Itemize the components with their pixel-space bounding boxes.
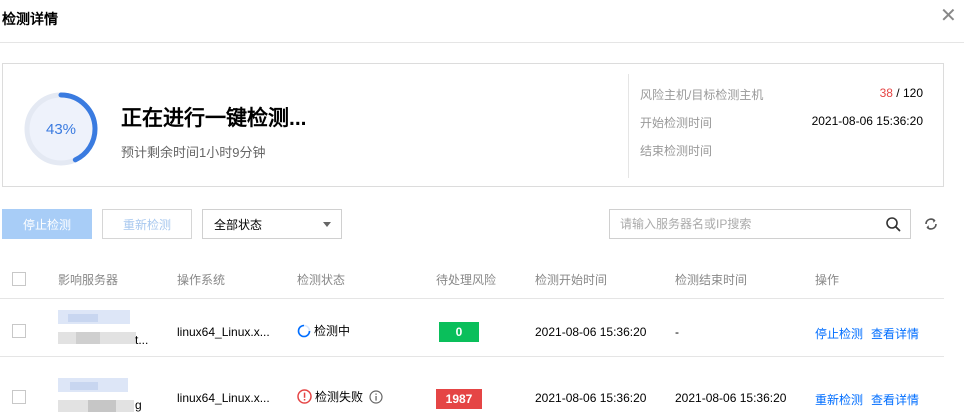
risk-separator: /: [892, 86, 903, 100]
select-all-checkbox[interactable]: [12, 272, 26, 286]
os-cell: linux64_Linux.x...: [177, 391, 270, 405]
end-time-cell: -: [675, 325, 679, 339]
col-header-start-time: 检测开始时间: [535, 273, 608, 287]
end-time-cell: 2021-08-06 15:36:20: [675, 391, 787, 405]
risk-badge: 1987: [436, 389, 482, 409]
retry-detection-button[interactable]: 重新检测: [102, 209, 192, 239]
col-header-risk: 待处理风险: [436, 273, 497, 287]
stop-detection-link[interactable]: 停止检测: [815, 325, 863, 342]
view-details-link[interactable]: 查看详情: [871, 391, 919, 408]
col-header-actions: 操作: [815, 273, 840, 287]
risk-count: 38: [879, 86, 893, 100]
server-name-suffix: t...: [135, 333, 149, 347]
table-header-divider: [0, 298, 944, 299]
info-icon[interactable]: [369, 389, 383, 404]
row-divider: [0, 356, 944, 357]
status-text: 检测失败: [315, 390, 364, 404]
dialog-header: 检测详情 ✕: [0, 0, 964, 43]
progress-heading: 正在进行一键检测...: [121, 107, 307, 130]
chevron-down-icon: [323, 222, 331, 227]
status-text: 检测中: [314, 324, 351, 338]
start-time-cell: 2021-08-06 15:36:20: [535, 391, 647, 405]
search-input[interactable]: [610, 210, 870, 238]
view-details-link[interactable]: 查看详情: [871, 325, 919, 342]
refresh-icon[interactable]: [923, 216, 939, 232]
risk-hosts-label: 风险主机/目标检测主机: [640, 88, 764, 102]
col-header-status: 检测状态: [297, 273, 346, 287]
spinner-icon: [297, 324, 311, 337]
retry-detection-link[interactable]: 重新检测: [815, 391, 863, 408]
search-box: [609, 209, 911, 239]
start-time-label: 开始检测时间: [640, 116, 713, 130]
os-cell: linux64_Linux.x...: [177, 325, 270, 339]
status-filter-value: 全部状态: [214, 217, 263, 232]
col-header-os: 操作系统: [177, 273, 226, 287]
risk-hosts-value: 38 / 120: [880, 86, 923, 100]
dialog-title: 检测详情: [2, 11, 58, 27]
status-cell: 检测失败: [297, 388, 386, 405]
start-time-cell: 2021-08-06 15:36:20: [535, 325, 647, 339]
close-icon[interactable]: ✕: [940, 6, 957, 26]
start-time-value: 2021-08-06 15:36:20: [811, 114, 923, 128]
progress-summary-card: 43% 正在进行一键检测... 预计剩余时间1小时9分钟 风险主机/目标检测主机…: [2, 63, 944, 187]
row-checkbox[interactable]: [12, 390, 26, 404]
status-cell: 检测中: [297, 322, 350, 339]
stop-detection-button[interactable]: 停止检测: [2, 209, 92, 239]
summary-divider: [628, 74, 629, 178]
search-icon[interactable]: [885, 216, 901, 232]
risk-badge: 0: [439, 322, 479, 342]
status-filter-select[interactable]: 全部状态: [202, 209, 342, 239]
col-header-server: 影响服务器: [58, 273, 119, 287]
remaining-time: 预计剩余时间1小时9分钟: [121, 145, 266, 160]
target-count: 120: [902, 86, 923, 100]
end-time-label: 结束检测时间: [640, 144, 713, 158]
error-icon: [297, 389, 312, 404]
progress-percent-label: 43%: [45, 120, 77, 138]
col-header-end-time: 检测结束时间: [675, 273, 748, 287]
row-checkbox[interactable]: [12, 324, 26, 338]
server-name-suffix: g: [135, 398, 142, 412]
